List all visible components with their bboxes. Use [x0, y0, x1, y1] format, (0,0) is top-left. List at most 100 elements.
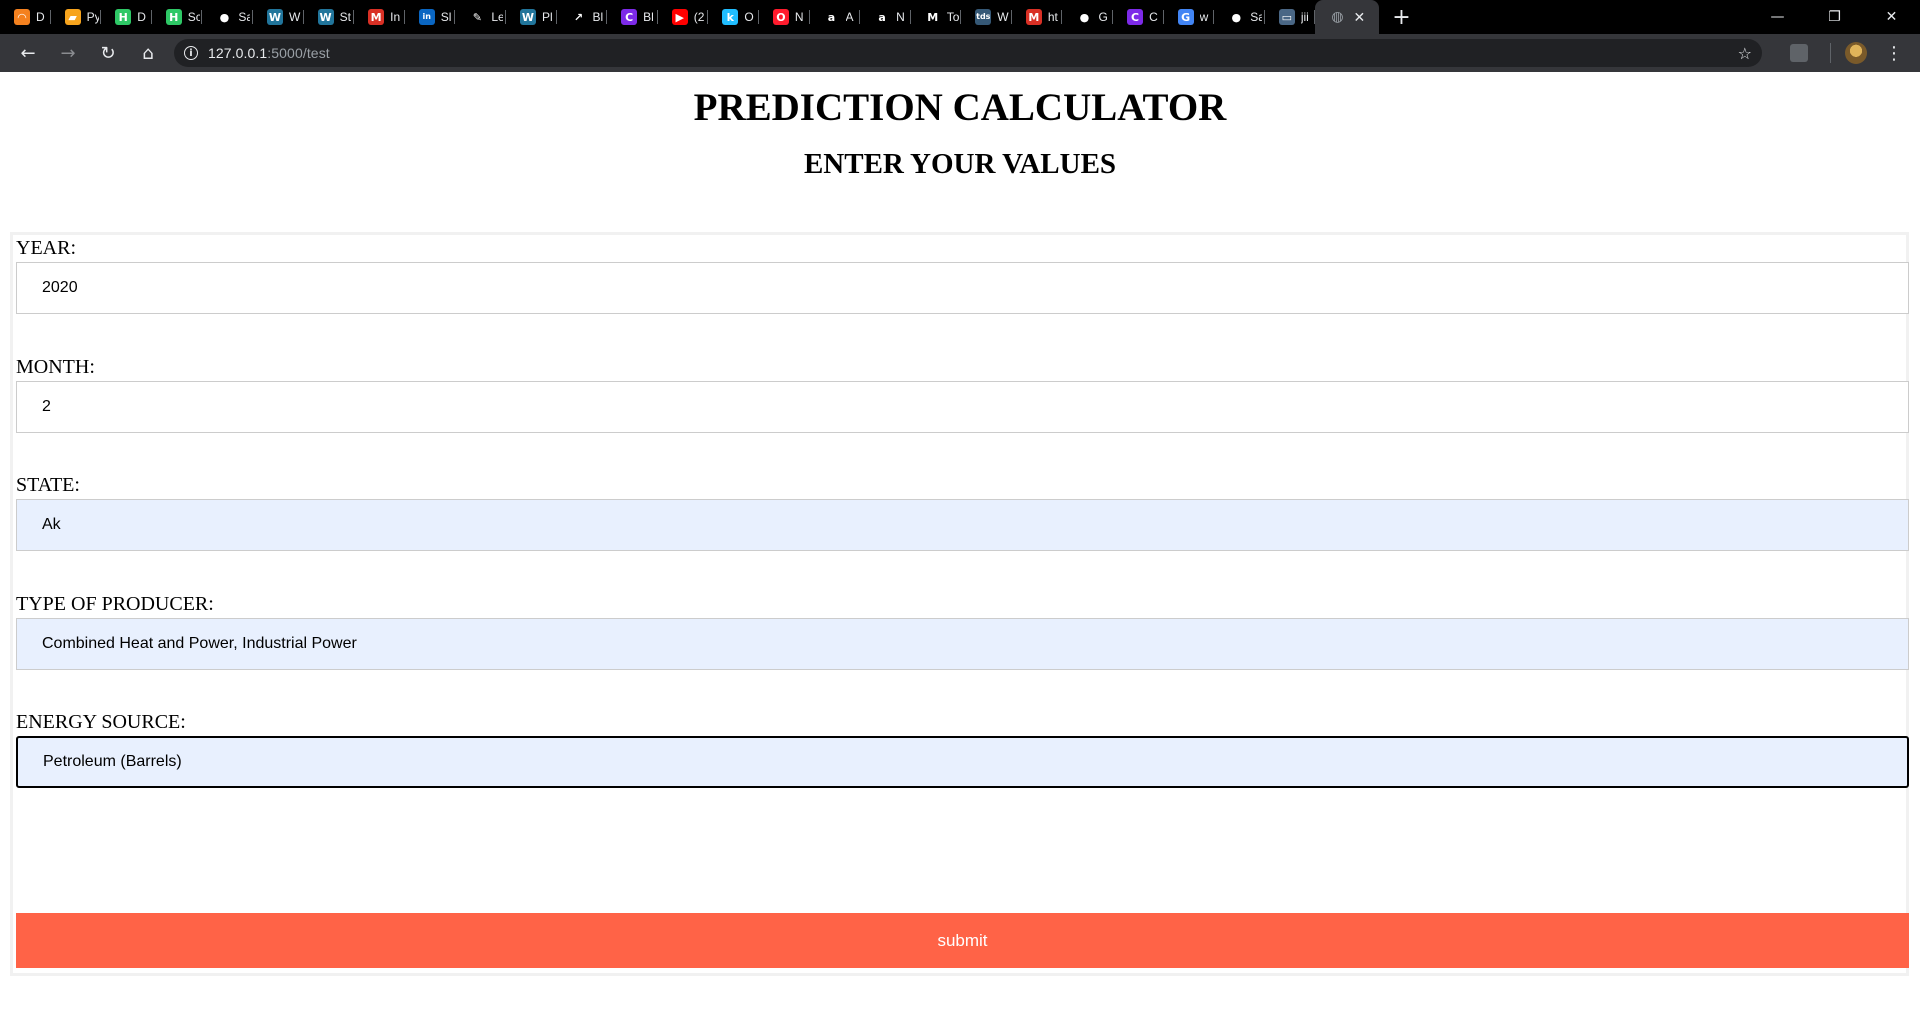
state-input[interactable] — [16, 499, 1909, 551]
tab-10[interactable]: W Pl — [506, 0, 557, 34]
tab-16[interactable]: aA — [810, 0, 861, 34]
terminal-icon: ▭ — [1278, 9, 1295, 25]
close-tab-icon[interactable]: ✕ — [1353, 9, 1365, 26]
year-input[interactable] — [16, 262, 1909, 314]
energy-source-input[interactable] — [16, 736, 1909, 788]
browser-tab-strip: ◠ D ▰ Py H D H Sc ● Sa W W W St M In in Sl ✎ Le W Pl ↗ Bl C Bl ▶ (2… — [0, 0, 1920, 34]
tab-title: jii — [1300, 10, 1309, 24]
tab-title: Sa — [1250, 10, 1263, 24]
tab-title: Sa — [238, 10, 251, 24]
tab-title: C — [1149, 10, 1158, 24]
window-controls: — ❐ ✕ — [1749, 0, 1920, 34]
new-tab-button[interactable]: + — [1379, 0, 1423, 34]
tab-23[interactable]: Gw — [1164, 0, 1215, 34]
tab-22[interactable]: CC — [1113, 0, 1164, 34]
tab-1[interactable]: ▰ Py — [51, 0, 102, 34]
back-button[interactable]: ← — [8, 34, 48, 72]
month-input[interactable] — [16, 381, 1909, 433]
tab-15[interactable]: ON — [759, 0, 810, 34]
canva-icon: C — [621, 9, 638, 25]
google-icon: G — [1177, 9, 1194, 25]
tab-title: In — [390, 10, 401, 24]
minimize-button[interactable]: — — [1749, 0, 1806, 34]
tab-title: Bl — [592, 10, 604, 24]
hackerrank-icon: H — [115, 9, 132, 25]
amazon-icon: a — [827, 10, 836, 24]
tab-5[interactable]: WW — [253, 0, 304, 34]
tab-title: ht — [1047, 10, 1058, 24]
home-button[interactable]: ⌂ — [128, 34, 168, 72]
tab-active[interactable]: ◍ ✕ — [1315, 0, 1380, 34]
extension-icon[interactable] — [1790, 44, 1808, 62]
info-icon[interactable]: i — [184, 46, 198, 60]
tab-25[interactable]: ▭ jii — [1265, 0, 1316, 34]
energy-source-label: ENERGY SOURCE: — [16, 711, 186, 733]
tds-icon: tds — [975, 9, 992, 25]
tab-title: Bl — [643, 10, 654, 24]
submit-button[interactable]: submit — [16, 913, 1909, 968]
tab-title: D — [36, 10, 45, 24]
tab-13[interactable]: ▶ (2 — [658, 0, 709, 34]
gmail-icon: M — [368, 9, 385, 25]
tab-2[interactable]: HD — [101, 0, 152, 34]
hackerrank-icon: H — [165, 9, 182, 25]
github-icon: ● — [219, 10, 230, 24]
kaggle-icon: k — [722, 9, 739, 25]
forward-button[interactable]: → — [48, 34, 88, 72]
wordpress-icon: W — [519, 9, 536, 25]
browser-menu-icon[interactable]: ⋮ — [1885, 43, 1903, 64]
tab-17[interactable]: aN — [860, 0, 911, 34]
profile-avatar[interactable] — [1845, 42, 1867, 64]
tab-title: G — [1098, 10, 1108, 24]
address-bar[interactable]: i 127.0.0.1:5000/test ☆ — [174, 39, 1762, 67]
tab-0[interactable]: ◠ D — [0, 0, 51, 34]
url-host: 127.0.0.1 — [208, 45, 268, 61]
wordpress-icon: W — [266, 9, 283, 25]
tab-9[interactable]: ✎ Le — [455, 0, 506, 34]
page-subtitle: ENTER YOUR VALUES — [803, 148, 1117, 180]
github-icon: ● — [1079, 10, 1090, 24]
tab-title: Sc — [187, 10, 200, 24]
url-text: 127.0.0.1:5000/test — [208, 45, 330, 61]
tab-7[interactable]: M In — [354, 0, 405, 34]
state-label: STATE: — [16, 474, 80, 496]
amazon-icon: a — [878, 10, 886, 24]
tab-title: D — [137, 10, 146, 24]
browser-toolbar: ← → ↻ ⌂ i 127.0.0.1:5000/test ☆ ⋮ — [0, 34, 1920, 72]
tab-title: w — [1199, 10, 1209, 24]
tab-title: A — [845, 10, 854, 24]
tab-3[interactable]: H Sc — [152, 0, 203, 34]
close-window-button[interactable]: ✕ — [1863, 0, 1920, 34]
tab-24[interactable]: ● Sa — [1214, 0, 1265, 34]
github-icon: ● — [1231, 10, 1242, 24]
url-path: :5000/test — [267, 45, 330, 61]
tab-14[interactable]: kO — [708, 0, 759, 34]
tab-18[interactable]: M To — [911, 0, 962, 34]
tab-title: W — [997, 10, 1009, 24]
tab-21[interactable]: ● G — [1062, 0, 1113, 34]
tab-title: O — [744, 10, 754, 24]
toolbar-divider — [1830, 43, 1831, 63]
pen-icon: ✎ — [472, 10, 482, 24]
tab-12[interactable]: C Bl — [607, 0, 658, 34]
tab-6[interactable]: W St — [304, 0, 355, 34]
orange-swirl-icon: ◠ — [14, 9, 30, 25]
tab-title: W — [288, 10, 301, 24]
year-label: YEAR: — [16, 237, 76, 259]
restore-button[interactable]: ❐ — [1806, 0, 1863, 34]
bookmark-star-icon[interactable]: ☆ — [1738, 44, 1752, 63]
tab-title: N — [896, 10, 905, 24]
tab-title: Pl — [541, 10, 553, 24]
tab-19[interactable]: tds W — [961, 0, 1012, 34]
tab-8[interactable]: in Sl — [405, 0, 456, 34]
tab-4[interactable]: ● Sa — [202, 0, 253, 34]
producer-type-label: TYPE OF PRODUCER: — [16, 593, 214, 615]
tab-20[interactable]: Mht — [1012, 0, 1063, 34]
producer-type-input[interactable] — [16, 618, 1909, 670]
tab-title: Py — [86, 10, 99, 24]
reload-button[interactable]: ↻ — [88, 34, 128, 72]
gmail-icon: M — [1025, 9, 1042, 25]
medium-icon: M — [927, 10, 939, 24]
tab-title: N — [794, 10, 804, 24]
tab-11[interactable]: ↗ Bl — [557, 0, 608, 34]
